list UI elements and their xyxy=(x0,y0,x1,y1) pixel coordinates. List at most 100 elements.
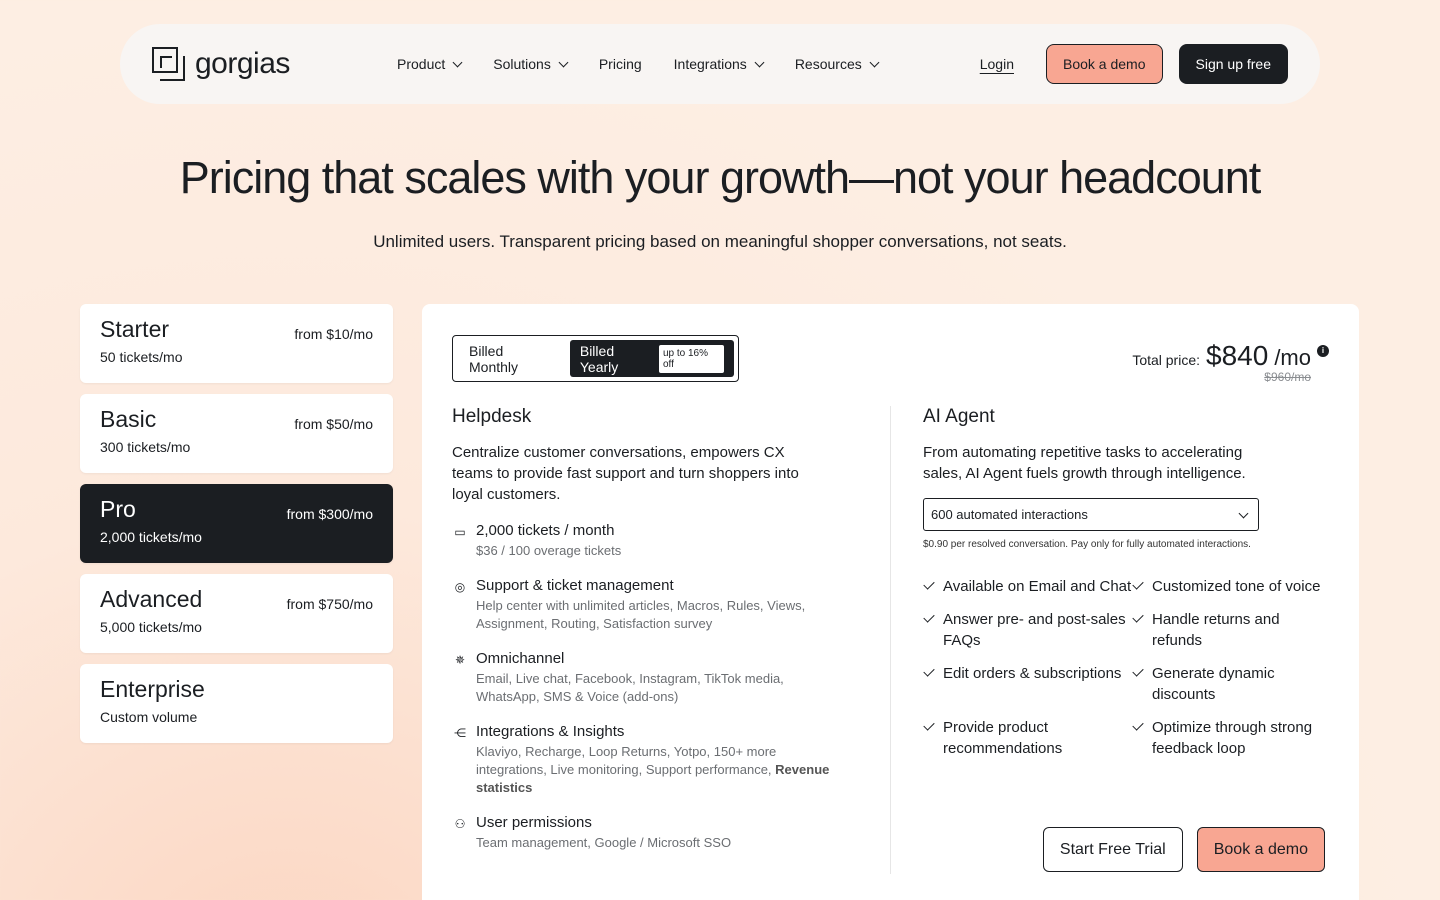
plan-enterprise[interactable]: Enterprise Custom volume xyxy=(80,664,393,743)
plan-starter[interactable]: Starter 50 tickets/mo from $10/mo xyxy=(80,304,393,383)
feature-detail: Klaviyo, Recharge, Loop Returns, Yotpo, … xyxy=(476,743,836,797)
billed-monthly-option[interactable]: Billed Monthly xyxy=(457,340,566,377)
total-price: Total price: $840 /mo i $960/mo xyxy=(1132,340,1329,384)
plan-advanced[interactable]: Advanced 5,000 tickets/mo from $750/mo xyxy=(80,574,393,653)
plan-pro[interactable]: Pro 2,000 tickets/mo from $300/mo xyxy=(80,484,393,563)
nav-resources[interactable]: Resources xyxy=(794,56,880,72)
billed-yearly-option[interactable]: Billed Yearly up to 16% off xyxy=(569,340,734,377)
ai-agent-feature-list: Available on Email and Chat Customized to… xyxy=(923,576,1333,759)
feature-detail-text: Team management, Google / Microsoft SSO xyxy=(476,835,732,850)
feature-title: 2,000 tickets / month xyxy=(476,522,615,539)
ticket-icon: ▭ xyxy=(454,525,466,539)
plan-volume: Custom volume xyxy=(100,709,198,725)
book-demo-nav-button[interactable]: Book a demo xyxy=(1046,44,1163,84)
feature-detail-text: $36 / 100 overage tickets xyxy=(476,543,622,558)
nav-actions: Login Book a demo Sign up free xyxy=(980,44,1288,84)
feature-title: Integrations & Insights xyxy=(476,723,625,740)
start-free-trial-button[interactable]: Start Free Trial xyxy=(1042,827,1183,872)
plan-name: Enterprise xyxy=(100,676,205,702)
chevron-down-icon xyxy=(452,57,463,68)
plan-volume: 50 tickets/mo xyxy=(100,349,183,365)
helpdesk-feature: ▭ 2,000 tickets / month $36 / 100 overage … xyxy=(452,522,852,560)
helpdesk-feature: ✵ Omnichannel Email, Live chat, Facebook, … xyxy=(452,650,852,706)
check-icon xyxy=(923,719,935,731)
page-title: Pricing that scales with your growth—not… xyxy=(179,152,1262,203)
feature-detail-text: Klaviyo, Recharge, Loop Returns, Yotpo, … xyxy=(476,744,777,777)
nav-product[interactable]: Product xyxy=(397,56,463,72)
nav-integrations[interactable]: Integrations xyxy=(673,56,765,72)
feature-title: Support & ticket management xyxy=(476,577,674,594)
ai-agent-feature: Available on Email and Chat xyxy=(923,576,1132,597)
plan-price: from $750/mo xyxy=(286,596,373,612)
billing-toggle: Billed Monthly Billed Yearly up to 16% o… xyxy=(452,335,739,382)
nav-links: Product Solutions Pricing Integrations R… xyxy=(397,56,880,72)
helpdesk-column: Helpdesk Centralize customer conversatio… xyxy=(452,406,852,852)
feature-detail: Email, Live chat, Facebook, Instagram, T… xyxy=(476,670,836,706)
nav-pricing-label: Pricing xyxy=(598,56,642,72)
column-divider xyxy=(890,406,891,874)
plan-volume: 300 tickets/mo xyxy=(100,439,191,455)
feature-title: Omnichannel xyxy=(476,650,565,667)
feature-label: Answer pre- and post-sales FAQs xyxy=(943,611,1126,649)
nav-integrations-label: Integrations xyxy=(673,56,747,72)
info-icon[interactable]: i xyxy=(1317,344,1329,357)
select-value: 600 automated interactions xyxy=(931,507,1088,522)
nav-resources-label: Resources xyxy=(794,56,862,72)
plan-volume: 5,000 tickets/mo xyxy=(100,619,202,635)
nav-pricing[interactable]: Pricing xyxy=(599,56,642,72)
helpdesk-feature: ⚇ User permissions Team management, Google… xyxy=(452,814,852,852)
total-price-unit: /mo xyxy=(1274,345,1311,370)
ai-agent-feature: Edit orders & subscriptions xyxy=(923,663,1132,705)
omnichannel-icon: ✵ xyxy=(454,653,466,667)
feature-label: Optimize through strong feedback loop xyxy=(1152,719,1313,757)
chevron-down-icon xyxy=(754,57,765,68)
total-price-value: $840 xyxy=(1206,340,1269,371)
feature-detail: $36 / 100 overage tickets xyxy=(476,542,836,560)
ai-agent-feature: Answer pre- and post-sales FAQs xyxy=(923,609,1132,651)
check-icon xyxy=(923,611,935,623)
ai-agent-column: AI Agent From automating repetitive task… xyxy=(923,406,1333,759)
plan-list: Starter 50 tickets/mo from $10/mo Basic … xyxy=(80,304,393,754)
check-icon xyxy=(923,665,935,677)
gorgias-logo[interactable]: gorgias xyxy=(152,46,397,82)
feature-label: Handle returns and refunds xyxy=(1152,611,1280,649)
chevron-down-icon xyxy=(1238,508,1249,518)
nav-solutions[interactable]: Solutions xyxy=(493,56,569,72)
feature-detail: Team management, Google / Microsoft SSO xyxy=(476,834,836,852)
nav-product-label: Product xyxy=(397,56,446,72)
chevron-down-icon xyxy=(869,57,880,68)
ai-agent-feature: Provide product recommendations xyxy=(923,717,1132,759)
helpdesk-description: Centralize customer conversations, empow… xyxy=(452,444,799,503)
check-icon xyxy=(1132,719,1144,731)
helpdesk-feature-list: ▭ 2,000 tickets / month $36 / 100 overage … xyxy=(452,522,852,852)
feature-label: Available on Email and Chat xyxy=(943,578,1132,595)
feature-detail: Help center with unlimited articles, Mac… xyxy=(476,597,836,633)
discount-badge: up to 16% off xyxy=(658,344,724,373)
plan-price: from $50/mo xyxy=(294,416,373,432)
check-icon xyxy=(1132,665,1144,677)
user-permissions-icon: ⚇ xyxy=(454,817,466,831)
plan-basic[interactable]: Basic 300 tickets/mo from $50/mo xyxy=(80,394,393,473)
support-icon: ◎ xyxy=(454,580,466,594)
billed-yearly-label: Billed Yearly xyxy=(579,342,619,375)
ai-agent-feature: Customized tone of voice xyxy=(1132,576,1332,597)
sign-up-button[interactable]: Sign up free xyxy=(1178,44,1288,84)
book-demo-button[interactable]: Book a demo xyxy=(1196,827,1325,872)
plan-price: from $10/mo xyxy=(294,326,373,342)
page-subtitle: Unlimited users. Transparent pricing bas… xyxy=(373,232,1067,251)
login-link[interactable]: Login xyxy=(980,56,1014,72)
plan-price: from $300/mo xyxy=(286,506,373,522)
select-note: $0.90 per resolved conversation. Pay onl… xyxy=(923,539,1251,550)
check-icon xyxy=(1132,611,1144,623)
helpdesk-title: Helpdesk xyxy=(452,406,532,427)
ai-agent-feature: Handle returns and refunds xyxy=(1132,609,1332,651)
card-actions: Start Free Trial Book a demo xyxy=(1042,827,1325,872)
feature-title: User permissions xyxy=(476,814,592,831)
helpdesk-feature: ◎ Support & ticket management Help center … xyxy=(452,577,852,633)
total-price-label: Total price: xyxy=(1132,352,1201,368)
gorgias-logo-icon xyxy=(152,46,185,82)
feature-label: Edit orders & subscriptions xyxy=(943,665,1122,682)
feature-detail-text: Email, Live chat, Facebook, Instagram, T… xyxy=(476,671,784,704)
plan-detail-card: Billed Monthly Billed Yearly up to 16% o… xyxy=(422,304,1359,900)
automated-interactions-select[interactable]: 600 automated interactions xyxy=(923,498,1259,531)
